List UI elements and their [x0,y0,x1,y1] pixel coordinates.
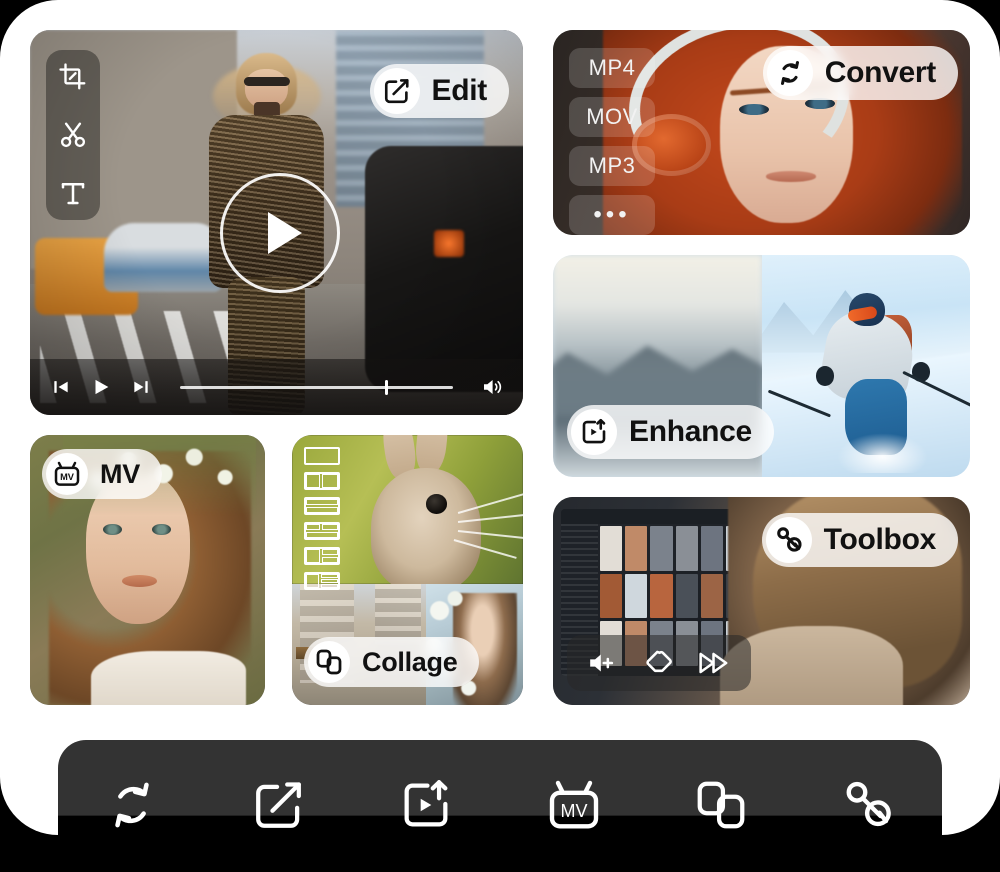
format-chip-list: MP4 MOV MP3 ••• [569,48,655,235]
svg-text:MV: MV [60,472,75,482]
nav-toolbox[interactable] [831,768,905,842]
thumbnail-cell [650,573,673,619]
collage-overlap-icon [308,641,350,683]
collage-layout-option[interactable] [304,522,340,540]
collage-pill-button[interactable]: Collage [304,637,480,687]
enhance-pill-label: Enhance [629,415,752,448]
app-window: Edit MP4 MOV MP3 ••• Convert Enhance Too… [0,0,1000,835]
mv-card[interactable]: MV MV [30,435,265,705]
collage-overlap-icon [692,776,750,834]
collage-layout-option[interactable] [304,547,340,565]
collage-pill-label: Collage [362,646,458,677]
text-icon[interactable] [56,176,90,210]
enhance-video-upgrade-icon [397,776,455,834]
collage-layout-option[interactable] [304,472,340,490]
nav-convert[interactable] [95,768,169,842]
enhance-card[interactable]: Enhance [553,255,970,477]
thumbnail-cell [600,526,623,571]
toolbox-pill-label: Toolbox [823,523,937,556]
toolbox-quick-tools [567,635,751,691]
progress-handle[interactable] [384,379,388,395]
toolbox-pill-button[interactable]: Toolbox [761,513,958,567]
nav-edit[interactable] [242,768,316,842]
wrench-tool-icon [838,775,898,835]
thumbnail-cell [675,573,698,619]
thumbnail-cell [600,573,623,619]
edit-square-pencil-icon [373,68,420,114]
collage-layout-option[interactable] [304,497,340,515]
format-chip-mov[interactable]: MOV [569,97,655,137]
edit-pill-button[interactable]: Edit [369,64,509,118]
thumbnail-cell [650,526,673,571]
thumbnail-cell [675,526,698,571]
play-button[interactable] [219,173,340,294]
format-chip-more[interactable]: ••• [569,195,655,235]
convert-pill-button[interactable]: Convert [762,46,958,100]
svg-text:MV: MV [560,801,587,821]
eraser-icon[interactable] [643,648,675,678]
collage-layout-option[interactable] [304,447,340,465]
fast-forward-icon[interactable] [697,648,731,678]
nav-enhance[interactable] [389,768,463,842]
edit-pill-label: Edit [431,74,488,107]
skip-previous-icon[interactable] [48,374,74,400]
mv-pill-label: MV [100,458,140,489]
thumbnail-cell [700,573,723,619]
enhance-after-image [761,255,970,477]
skip-next-icon[interactable] [128,374,154,400]
edit-video-card[interactable]: Edit [30,30,523,415]
video-progress-slider[interactable] [180,379,453,395]
convert-pill-label: Convert [824,56,937,89]
edit-square-pencil-icon [250,776,308,834]
bottom-navigation-bar: MV [58,740,942,872]
format-chip-mp4[interactable]: MP4 [569,48,655,88]
enhance-pill-button[interactable]: Enhance [567,405,774,459]
thumbnail-cell [700,526,723,571]
thumbnail-cell [625,526,648,571]
convert-refresh-icon [101,774,163,836]
play-icon[interactable] [88,374,114,400]
enhance-video-upgrade-icon [571,409,617,455]
nav-mv[interactable]: MV [537,768,611,842]
collage-layout-options [304,447,340,590]
thumbnail-cell [625,573,648,619]
volume-icon[interactable] [479,374,505,400]
toolbox-card[interactable]: Toolbox [553,497,970,705]
play-icon [267,212,302,255]
nav-collage[interactable] [684,768,758,842]
mv-tv-icon: MV [46,453,88,495]
video-side-toolbar [46,50,100,220]
convert-refresh-icon [766,50,813,96]
crop-icon[interactable] [56,60,90,94]
video-controls [30,359,523,415]
screen-root: Edit MP4 MOV MP3 ••• Convert Enhance Too… [0,0,1000,872]
format-chip-mp3[interactable]: MP3 [569,146,655,186]
wrench-tool-icon [765,517,812,563]
scissors-icon[interactable] [56,118,90,152]
collage-card[interactable]: Collage [292,435,523,705]
convert-card[interactable]: MP4 MOV MP3 ••• Convert [553,30,970,235]
mv-pill-button[interactable]: MV MV [42,449,162,499]
volume-plus-icon[interactable] [587,648,621,678]
collage-layout-option[interactable] [304,572,340,590]
mv-tv-icon: MV [544,775,604,835]
